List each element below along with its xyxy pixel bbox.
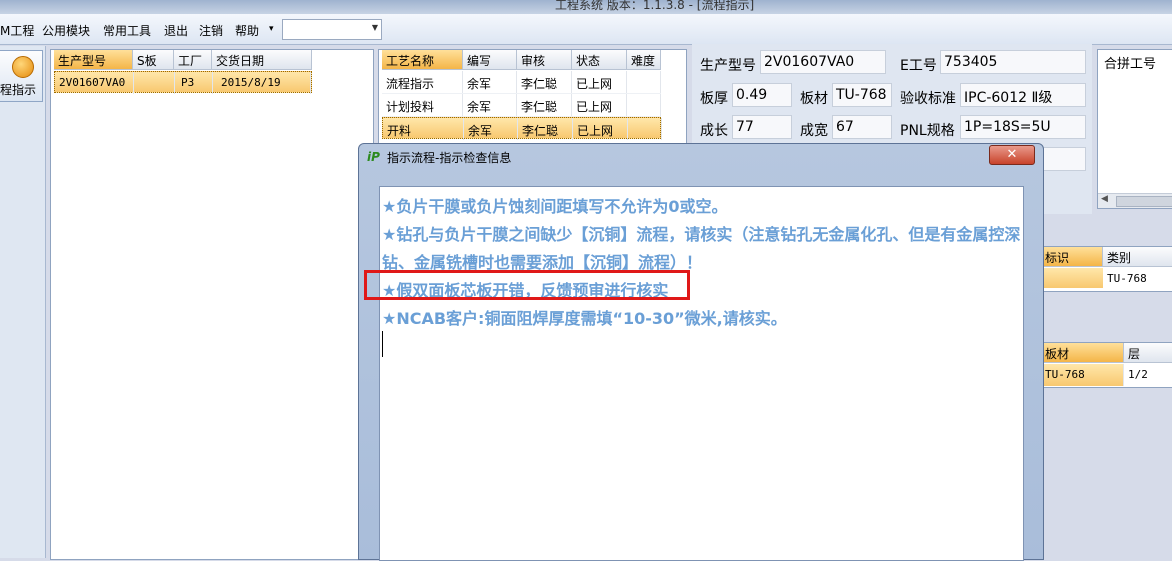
table-row[interactable]: 流程指示 余军 李仁聪 已上网 bbox=[382, 71, 661, 94]
message-textarea[interactable]: ★负片干膜或负片蚀刻间距填写不允许为0或空。 ★钻孔与负片干膜之间缺少【沉铜】流… bbox=[379, 186, 1024, 561]
model-label: 生产型号 bbox=[700, 58, 756, 74]
cell-status: 已上网 bbox=[572, 94, 627, 116]
col-reviewer[interactable]: 审核 bbox=[517, 50, 572, 70]
menu-help[interactable]: 帮助 bbox=[235, 22, 259, 39]
menu-logout[interactable]: 注销 bbox=[199, 22, 223, 39]
width-label: 成宽 bbox=[800, 123, 828, 139]
eno-field[interactable]: 753405 bbox=[940, 50, 1086, 74]
cell-writer: 余军 bbox=[463, 71, 517, 93]
pnl-label: PNL规格 bbox=[900, 123, 955, 139]
eno-label: E工号 bbox=[900, 58, 937, 74]
cell-difficulty bbox=[628, 118, 662, 140]
type-cell[interactable]: TU-768 bbox=[1103, 268, 1172, 290]
cell-date: 2015/8/19 bbox=[213, 72, 311, 94]
help-dropdown-icon[interactable]: ▾ bbox=[269, 24, 274, 34]
col-material[interactable]: 板材 bbox=[1041, 343, 1124, 363]
model-field[interactable]: 2V01607VA0 bbox=[760, 50, 886, 74]
message-line: ★钻孔与负片干膜之间缺少【沉铜】流程，请核实（注意钻孔无金属化孔、但是有金属控深 bbox=[382, 225, 1021, 244]
cell-reviewer: 李仁聪 bbox=[517, 71, 572, 93]
menu-exit[interactable]: 退出 bbox=[164, 22, 188, 39]
length-field[interactable]: 77 bbox=[732, 115, 792, 139]
col-mark[interactable]: 标识 bbox=[1041, 247, 1103, 267]
cell-reviewer: 李仁聪 bbox=[518, 118, 573, 140]
cell-writer: 余军 bbox=[464, 118, 518, 140]
col-factory[interactable]: 工厂 bbox=[174, 50, 212, 70]
message-line: ★NCAB客户:铜面阻焊厚度需填“10-30”微米,请核实。 bbox=[382, 309, 787, 328]
col-type[interactable]: 类别 bbox=[1103, 247, 1172, 267]
close-icon[interactable]: ✕ bbox=[1007, 147, 1018, 162]
chevron-down-icon[interactable]: ▼ bbox=[372, 23, 378, 32]
menu-common-modules[interactable]: 公用模块 bbox=[42, 22, 90, 39]
cell-model: 2V01607VA0 bbox=[55, 72, 134, 94]
nav-label: 程指示 bbox=[0, 83, 37, 97]
window-title: 工程系统 版本：1.1.3.8 - [流程指示] bbox=[555, 0, 755, 12]
cell-status: 已上网 bbox=[573, 118, 628, 140]
col-process-name[interactable]: 工艺名称 bbox=[382, 50, 463, 70]
cell-difficulty bbox=[627, 94, 661, 116]
cell-writer: 余军 bbox=[463, 94, 517, 116]
cell-difficulty bbox=[627, 71, 661, 93]
process-icon bbox=[12, 56, 34, 78]
scroll-thumb[interactable] bbox=[1116, 196, 1172, 207]
app-icon: iP bbox=[367, 150, 380, 164]
menu-bar: M工程 公用模块 常用工具 退出 注销 帮助 ▾ ▼ bbox=[0, 14, 1172, 45]
col-difficulty[interactable]: 难度 bbox=[627, 50, 661, 70]
col-writer[interactable]: 编写 bbox=[463, 50, 517, 70]
window-titlebar: 工程系统 版本：1.1.3.8 - [流程指示] bbox=[0, 0, 1172, 14]
layer-cell[interactable]: 1/2 bbox=[1124, 364, 1172, 386]
text-caret bbox=[382, 331, 383, 357]
highlight-box bbox=[364, 270, 690, 300]
nav-process-instruction-button[interactable]: 程指示 bbox=[0, 50, 43, 102]
col-status[interactable]: 状态 bbox=[572, 50, 627, 70]
cell-factory: P3 bbox=[175, 72, 213, 94]
order-grid: 生产型号 S板 工厂 交货日期 2V01607VA0 P3 2015/8/19 bbox=[50, 49, 374, 560]
merge-header: 合拼工号 bbox=[1104, 57, 1157, 72]
mark-grid: 标识 类别 TU-768 bbox=[1040, 246, 1172, 292]
cell-s bbox=[134, 72, 175, 94]
toolbar-combo[interactable]: ▼ bbox=[282, 19, 382, 40]
merge-panel: 合拼工号 ◀ bbox=[1097, 49, 1172, 209]
cell-process-name: 开料 bbox=[383, 118, 464, 140]
material-cell[interactable]: TU-768 bbox=[1041, 364, 1124, 386]
horizontal-scrollbar[interactable]: ◀ bbox=[1098, 193, 1172, 208]
pnl-field[interactable]: 1P=18S=5U bbox=[960, 115, 1086, 139]
menu-tools[interactable]: 常用工具 bbox=[103, 22, 151, 39]
scroll-left-icon[interactable]: ◀ bbox=[1101, 194, 1108, 204]
col-s[interactable]: S板 bbox=[133, 50, 174, 70]
col-date[interactable]: 交货日期 bbox=[212, 50, 312, 70]
cell-reviewer: 李仁聪 bbox=[517, 94, 572, 116]
close-button[interactable]: ✕ bbox=[989, 145, 1035, 165]
col-model[interactable]: 生产型号 bbox=[54, 50, 133, 70]
table-row[interactable]: 计划投料 余军 李仁聪 已上网 bbox=[382, 94, 661, 117]
left-nav: 程指示 bbox=[0, 46, 46, 558]
message-line: ★负片干膜或负片蚀刻间距填写不允许为0或空。 bbox=[382, 197, 728, 216]
layer-grid: 板材 层 TU-768 1/2 bbox=[1040, 342, 1172, 388]
col-layer[interactable]: 层 bbox=[1124, 343, 1172, 363]
cell-status: 已上网 bbox=[572, 71, 627, 93]
thickness-field[interactable]: 0.49 bbox=[732, 83, 792, 107]
length-label: 成长 bbox=[700, 123, 728, 139]
cell-process-name: 流程指示 bbox=[382, 71, 463, 93]
table-row[interactable]: 开料 余军 李仁聪 已上网 bbox=[382, 117, 662, 140]
material-field[interactable]: TU-768 bbox=[832, 83, 892, 107]
material-label: 板材 bbox=[800, 91, 828, 107]
cell-process-name: 计划投料 bbox=[382, 94, 463, 116]
table-row[interactable]: 2V01607VA0 P3 2015/8/19 bbox=[54, 71, 312, 94]
standard-field[interactable]: IPC-6012 Ⅱ级 bbox=[960, 83, 1086, 107]
width-field[interactable]: 67 bbox=[832, 115, 892, 139]
thickness-label: 板厚 bbox=[700, 91, 728, 107]
mark-cell[interactable] bbox=[1041, 268, 1103, 288]
dialog-title: 指示流程-指示检查信息 bbox=[387, 151, 512, 165]
standard-label: 验收标准 bbox=[900, 91, 956, 107]
menu-project[interactable]: M工程 bbox=[0, 22, 34, 39]
check-info-dialog: iP 指示流程-指示检查信息 ✕ ★负片干膜或负片蚀刻间距填写不允许为0或空。 … bbox=[358, 143, 1044, 561]
